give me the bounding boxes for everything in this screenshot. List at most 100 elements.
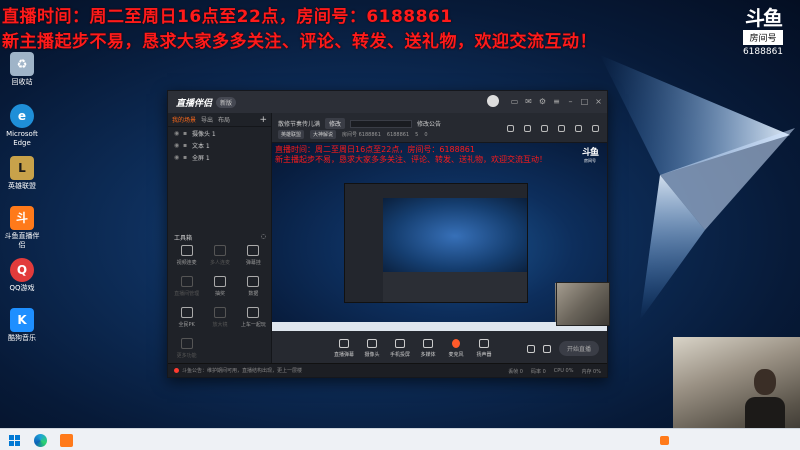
desktop-icon-label: 酷狗音乐 <box>8 334 36 342</box>
version-badge[interactable]: 新版 <box>216 96 237 108</box>
scene-item-camera[interactable]: ◉ ▪ 摄像头 1 <box>168 127 271 139</box>
eye-icon[interactable]: ◉ <box>174 154 180 161</box>
stat-cpu: CPU 0% <box>553 368 574 374</box>
room-title-row: 散修节奏传儿满 修改 修改公告 <box>278 118 441 129</box>
category-tag[interactable]: 英雄联盟 <box>278 130 305 139</box>
start-live-button[interactable]: 开始直播 <box>558 341 599 356</box>
scene-label: 文本 1 <box>192 142 210 150</box>
windows-taskbar <box>0 428 800 450</box>
toolbox-item-label: 数据 <box>248 291 259 297</box>
toolbox-item[interactable]: 视频连麦 <box>170 245 203 266</box>
media-button[interactable]: 多媒体 <box>414 338 442 358</box>
kugou-icon: K <box>10 308 34 332</box>
recursive-preview-canvas <box>383 198 527 274</box>
record-icon[interactable] <box>524 125 531 132</box>
toolbox-item-label: 直播间管理 <box>174 291 200 297</box>
windows-icon <box>8 434 20 446</box>
room-info-bar: 散修节奏传儿满 修改 修改公告 英雄联盟 大神解说 房间号 6188861 61… <box>272 113 607 143</box>
toolbox-title: 工具箱 <box>174 235 193 242</box>
toolbox-item[interactable]: 多人连麦 <box>203 245 236 266</box>
maximize-icon[interactable]: □ <box>580 97 589 106</box>
lock-icon[interactable]: ▪ <box>183 130 189 137</box>
more-icon[interactable] <box>592 125 599 132</box>
announcement-field[interactable] <box>350 119 413 128</box>
share-icon[interactable] <box>541 125 548 132</box>
toolbox-item-icon <box>247 276 260 287</box>
edit-category-button[interactable]: 修改 <box>325 118 346 129</box>
taskbar-douyu-companion[interactable] <box>58 432 74 448</box>
desktop-icon-kugou[interactable]: K 酷狗音乐 <box>2 308 42 343</box>
desktop-icon-league[interactable]: L 英雄联盟 <box>2 156 42 191</box>
subcategory-tag[interactable]: 大神解说 <box>310 130 337 139</box>
eye-icon[interactable]: ◉ <box>174 142 180 149</box>
desktop-icon-douyu-companion[interactable]: 斗 斗鱼直播伴侣 <box>2 206 42 250</box>
desktop-icon-qq-game[interactable]: Q QQ游戏 <box>2 258 42 293</box>
phone-icon <box>395 338 405 348</box>
screenshot-icon[interactable] <box>507 125 514 132</box>
recycle-bin-icon: ♻ <box>10 52 34 76</box>
danmaku-icon <box>339 338 349 348</box>
skin-icon[interactable]: ▭ <box>510 97 519 106</box>
toolbox-item[interactable]: 弹幕挂 <box>237 245 270 266</box>
tab-scenes[interactable]: 我的场景 <box>172 115 196 124</box>
toolbar-label: 直播弹幕 <box>333 351 354 358</box>
start-button[interactable] <box>6 432 22 448</box>
stream-stats: 丢帧 0 码率 0 CPU 0% 内存 0% <box>508 368 601 375</box>
toolbox-item[interactable]: 更多功能 <box>170 338 203 359</box>
toolbox-item-label: 抽奖 <box>214 291 225 297</box>
toolbox-item[interactable]: 抽奖 <box>203 276 236 297</box>
toolbox-item[interactable]: 直播间管理 <box>170 276 203 297</box>
toolbox-item-label: 全民PK <box>178 322 195 328</box>
preview-douyu-badge: 斗鱼 房间号 <box>579 145 601 164</box>
scene-item-fullscreen[interactable]: ◉ ▪ 全屏 1 <box>168 151 271 163</box>
tab-export[interactable]: 导出 <box>201 115 213 124</box>
toolbar-label: 麦克风 <box>448 351 464 358</box>
lock-icon[interactable]: ▪ <box>183 154 189 161</box>
recursive-preview-toolbar <box>383 272 527 302</box>
media-icon <box>423 338 433 348</box>
scene-label: 摄像头 1 <box>192 130 216 138</box>
toolbox-item-icon <box>213 245 226 256</box>
menu-icon[interactable]: ≡ <box>552 97 561 106</box>
tab-layout[interactable]: 布局 <box>218 115 230 124</box>
camera-button[interactable]: 摄像头 <box>358 338 386 358</box>
douyu-companion-icon: 斗 <box>10 206 34 230</box>
microphone-button[interactable]: 麦克风 <box>442 338 470 358</box>
phone-cast-button[interactable]: 手机投屏 <box>386 338 414 358</box>
danmaku-button[interactable]: 直播弹幕 <box>330 338 358 358</box>
edge-icon <box>33 433 47 447</box>
bell-icon[interactable] <box>558 125 565 132</box>
scene-item-text[interactable]: ◉ ▪ 文本 1 <box>168 139 271 151</box>
minimize-icon[interactable]: – <box>566 97 575 106</box>
desktop-icon-recycle-bin[interactable]: ♻ 回收站 <box>2 52 42 87</box>
toolbox-item[interactable]: 上车一起玩 <box>237 307 270 328</box>
taskbar-edge[interactable] <box>32 432 48 448</box>
status-notice[interactable]: 斗鱼公告：维护期间可用，直播结构出现，更上一层楼 <box>182 367 302 374</box>
scene-tabs: 我的场景 导出 布局 + <box>168 113 271 127</box>
record-icon[interactable] <box>526 344 535 353</box>
close-icon[interactable]: × <box>594 97 603 106</box>
window-controls: ▭ ✉ ⚙ ≡ – □ × <box>487 95 603 107</box>
user-avatar[interactable] <box>487 95 499 107</box>
message-icon[interactable]: ✉ <box>524 97 533 106</box>
toolbox-item[interactable]: 放大镜 <box>203 307 236 328</box>
lock-icon[interactable]: ▪ <box>183 142 189 149</box>
douyu-companion-icon <box>59 433 73 447</box>
toolbox-settings-icon[interactable]: ◌ <box>261 233 266 242</box>
desktop-icon-label: 斗鱼直播伴侣 <box>4 232 40 249</box>
speaker-button[interactable]: 扬声器 <box>470 338 498 358</box>
room-title: 散修节奏传儿满 <box>278 121 321 128</box>
toolbox-item[interactable]: 全民PK <box>170 307 203 328</box>
settings-icon[interactable]: ⚙ <box>538 97 547 106</box>
tray-douyu[interactable] <box>656 432 672 448</box>
preview-appeal-text: 新主播起步不易，恳求大家多多关注、评论、转发、送礼物，欢迎交流互动！ <box>275 155 547 164</box>
add-scene-icon[interactable]: + <box>259 115 267 125</box>
toolbox-item[interactable]: 数据 <box>237 276 270 297</box>
eye-icon[interactable]: ◉ <box>174 130 180 137</box>
info-actions <box>507 125 599 132</box>
desktop-icon-edge[interactable]: e Microsoft Edge <box>2 104 42 148</box>
edge-icon: e <box>10 104 34 128</box>
settings-icon[interactable] <box>575 125 582 132</box>
overlay-appeal-text: 新主播起步不易，恳求大家多多关注、评论、转发、送礼物，欢迎交流互动！ <box>2 32 597 52</box>
settings-icon[interactable] <box>542 344 551 353</box>
